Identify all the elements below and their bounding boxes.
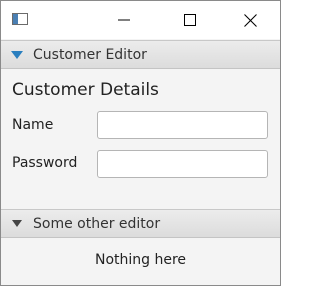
password-field[interactable] — [97, 150, 268, 178]
section-heading: Customer Details — [12, 80, 159, 100]
name-label: Name — [12, 117, 54, 133]
placeholder-text: Nothing here — [94, 252, 187, 268]
expand-arrow-shape — [12, 220, 22, 227]
pane-title: Some other editor — [33, 216, 161, 232]
expand-arrow-shape — [11, 51, 23, 59]
app-window: Customer Editor Customer Details Name Pa… — [0, 0, 281, 286]
other-editor-content: Nothing here — [1, 238, 280, 285]
title-bar[interactable] — [1, 1, 280, 39]
other-editor-pane-header[interactable]: Some other editor — [1, 209, 280, 238]
app-window-icon[interactable] — [12, 13, 28, 25]
customer-editor-content: Customer Details Name Password — [1, 69, 280, 209]
customer-editor-pane-header[interactable]: Customer Editor — [1, 40, 280, 69]
expand-arrow-icon — [11, 51, 23, 59]
close-icon — [243, 13, 257, 27]
minimize-icon — [118, 19, 130, 21]
maximize-button[interactable] — [167, 1, 213, 39]
name-field[interactable] — [97, 111, 268, 139]
close-button[interactable] — [227, 1, 273, 39]
pane-title: Customer Editor — [33, 47, 147, 63]
expand-arrow-icon — [12, 220, 22, 227]
maximize-icon — [184, 14, 196, 26]
password-label: Password — [12, 155, 78, 171]
minimize-button[interactable] — [101, 1, 147, 39]
